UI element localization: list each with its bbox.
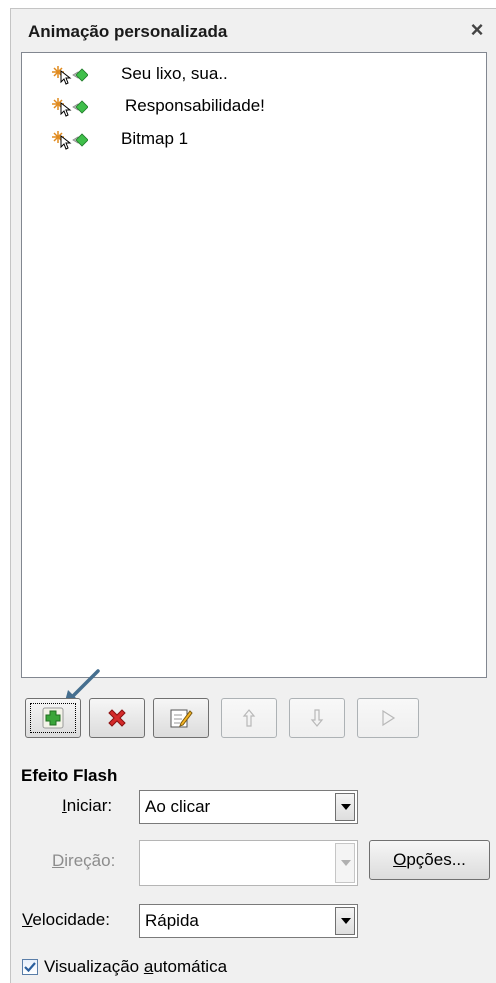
flash-effect-icon: [52, 66, 88, 85]
direction-dropdown-button[interactable]: [335, 843, 355, 883]
remove-effect-button[interactable]: [89, 698, 145, 738]
options-button[interactable]: Opções...: [369, 840, 490, 880]
effect-heading: Efeito Flash: [21, 766, 118, 785]
speed-label: Velocidade:: [22, 910, 110, 929]
animation-list[interactable]: Seu lixo, sua.. Responsabilidade! Bitmap…: [21, 52, 487, 678]
move-up-button[interactable]: [221, 698, 277, 738]
move-down-button[interactable]: [289, 698, 345, 738]
start-label: Iniciar:: [62, 796, 113, 815]
edit-effect-button[interactable]: [153, 698, 209, 738]
start-select-value: Ao clicar: [145, 797, 211, 816]
play-icon: [382, 709, 396, 727]
list-item[interactable]: Seu lixo, sua..: [22, 63, 462, 87]
panel-title: Animação personalizada: [28, 22, 228, 41]
add-effect-button[interactable]: [25, 698, 81, 738]
arrow-up-icon: [242, 709, 256, 727]
auto-preview-label[interactable]: Visualização automática: [44, 957, 227, 977]
list-item-label: Responsabilidade!: [125, 96, 265, 115]
plus-icon: [42, 707, 64, 729]
direction-label: Direção:: [52, 851, 116, 870]
list-item-label: Bitmap 1: [121, 129, 189, 148]
chevron-down-icon: [341, 918, 351, 924]
checkmark-icon: [24, 962, 36, 973]
delete-x-icon: [108, 709, 126, 727]
flash-effect-icon: [52, 131, 88, 150]
auto-preview-checkbox[interactable]: [22, 959, 38, 975]
speed-select-value: Rápida: [145, 911, 199, 930]
speed-dropdown-button[interactable]: [335, 907, 355, 935]
chevron-down-icon: [341, 860, 351, 866]
start-select[interactable]: Ao clicar: [139, 790, 358, 824]
list-item[interactable]: Bitmap 1: [22, 128, 462, 152]
flash-effect-icon: [52, 98, 88, 117]
speed-select[interactable]: Rápida: [139, 904, 358, 938]
direction-select[interactable]: [139, 840, 358, 886]
edit-pencil-icon: [170, 709, 193, 728]
close-icon[interactable]: ×: [466, 19, 488, 41]
list-item-label: Seu lixo, sua..: [121, 64, 228, 83]
play-button[interactable]: [357, 698, 419, 738]
arrow-down-icon: [310, 709, 324, 727]
chevron-down-icon: [341, 804, 351, 810]
start-dropdown-button[interactable]: [335, 793, 355, 821]
list-item[interactable]: Responsabilidade!: [22, 95, 462, 119]
